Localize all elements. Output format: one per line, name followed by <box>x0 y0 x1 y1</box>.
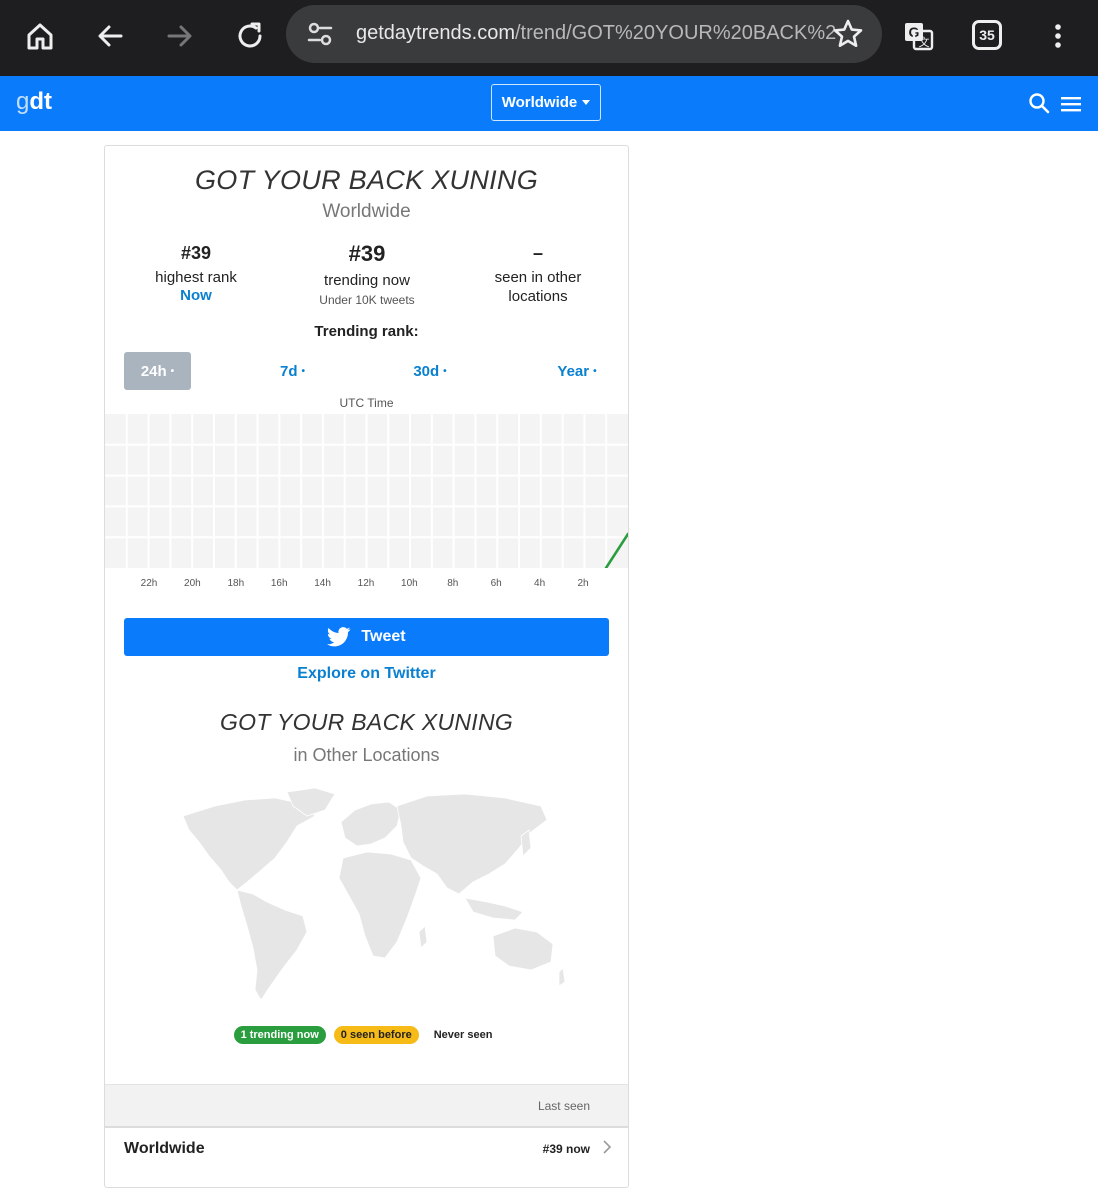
x-tick-label: 8h <box>447 578 459 589</box>
search-icon[interactable] <box>1028 92 1050 114</box>
stat-trending-now: #39 trending now Under 10K tweets <box>319 241 415 307</box>
new-zealand-shape <box>558 967 565 987</box>
x-tick-label: 4h <box>534 578 546 589</box>
locations-title: GOT YOUR BACK XUNING <box>219 709 514 735</box>
south-america-shape <box>236 889 308 1001</box>
locations-table-header: Last seen <box>105 1084 628 1128</box>
back-button[interactable] <box>88 14 132 58</box>
svg-text:文: 文 <box>919 35 930 49</box>
twitter-bird-icon <box>327 627 351 647</box>
x-tick-label: 6h <box>490 578 502 589</box>
explore-on-twitter-link[interactable]: Explore on Twitter <box>105 665 628 683</box>
bookmark-star-icon[interactable] <box>832 18 864 50</box>
home-icon <box>27 23 53 50</box>
tab-24h[interactable]: 24h • <box>124 352 191 390</box>
world-map <box>182 787 565 1001</box>
x-tick-label: 16h <box>270 578 288 589</box>
trending-rank-label: Trending rank: <box>314 323 419 340</box>
europe-shape <box>340 801 402 847</box>
tab-switcher-button[interactable]: 35 <box>972 20 1002 50</box>
stat-highest-rank: #39 highest rank Now <box>111 243 281 304</box>
address-bar[interactable]: getdaytrends.com/trend/GOT%20YOUR%20BACK… <box>286 5 882 63</box>
home-button[interactable] <box>18 14 62 58</box>
southeast-asia-shape <box>464 897 524 921</box>
trend-card: GOT YOUR BACK XUNING Worldwide #39 highe… <box>104 145 629 1188</box>
reload-button[interactable] <box>228 14 272 58</box>
map-legend: 1 trending now 0 seen before Never seen <box>105 1026 628 1044</box>
north-america-shape <box>182 797 316 891</box>
region-dropdown[interactable]: Worldwide <box>491 84 601 121</box>
forward-arrow-icon <box>167 25 192 47</box>
url-text: getdaytrends.com/trend/GOT%20YOUR%20BACK… <box>356 22 837 44</box>
translate-icon: G 文 <box>905 23 934 51</box>
region-label: Worldwide <box>501 94 578 111</box>
site-settings-icon[interactable] <box>306 20 334 48</box>
forward-button[interactable] <box>158 14 202 58</box>
madagascar-shape <box>418 925 428 949</box>
legend-never-seen: Never seen <box>433 1029 493 1041</box>
x-tick-label: 2h <box>577 578 589 589</box>
chevron-right-icon <box>603 1140 612 1154</box>
x-tick-label: 22h <box>140 578 158 589</box>
stat-other-locations: – seen in other locations <box>494 243 582 305</box>
x-tick-label: 14h <box>314 578 331 589</box>
trend-region: Worldwide <box>322 201 411 222</box>
browser-toolbar: getdaytrends.com/trend/GOT%20YOUR%20BACK… <box>0 0 1098 76</box>
tab-7d[interactable]: 7d • <box>265 352 320 390</box>
hamburger-menu-icon[interactable] <box>1060 94 1082 114</box>
legend-trending-now: 1 trending now <box>233 1026 326 1044</box>
locations-subtitle: in Other Locations <box>293 745 440 765</box>
last-seen-column-header: Last seen <box>537 1099 590 1113</box>
utc-time-label: UTC Time <box>339 396 394 410</box>
row-rank: #39 now <box>542 1142 590 1156</box>
table-row[interactable]: Worldwide #39 now <box>105 1128 628 1184</box>
australia-shape <box>492 927 554 971</box>
site-header: gdt Worldwide <box>0 76 1098 131</box>
translate-button[interactable]: G 文 <box>896 14 940 58</box>
caret-down-icon <box>582 100 591 105</box>
tweet-button[interactable]: Tweet <box>124 618 609 656</box>
legend-seen-before: 0 seen before <box>333 1026 419 1044</box>
row-location: Worldwide <box>124 1140 205 1157</box>
back-arrow-icon <box>98 25 123 47</box>
rank-chart-grid <box>105 414 628 568</box>
tab-year[interactable]: Year • <box>542 352 612 390</box>
x-tick-label: 10h <box>401 578 418 589</box>
x-tick-label: 18h <box>227 578 245 589</box>
africa-shape <box>338 851 422 959</box>
x-tick-label: 12h <box>357 578 375 589</box>
trend-title: GOT YOUR BACK XUNING <box>194 165 539 195</box>
highest-rank-time-link[interactable]: Now <box>111 287 281 304</box>
tab-30d[interactable]: 30d • <box>400 352 460 390</box>
more-vertical-icon <box>1055 24 1061 48</box>
x-tick-label: 20h <box>184 578 201 589</box>
browser-menu-button[interactable] <box>1036 14 1080 58</box>
reload-icon <box>238 22 262 48</box>
site-logo[interactable]: gdt <box>16 88 52 116</box>
